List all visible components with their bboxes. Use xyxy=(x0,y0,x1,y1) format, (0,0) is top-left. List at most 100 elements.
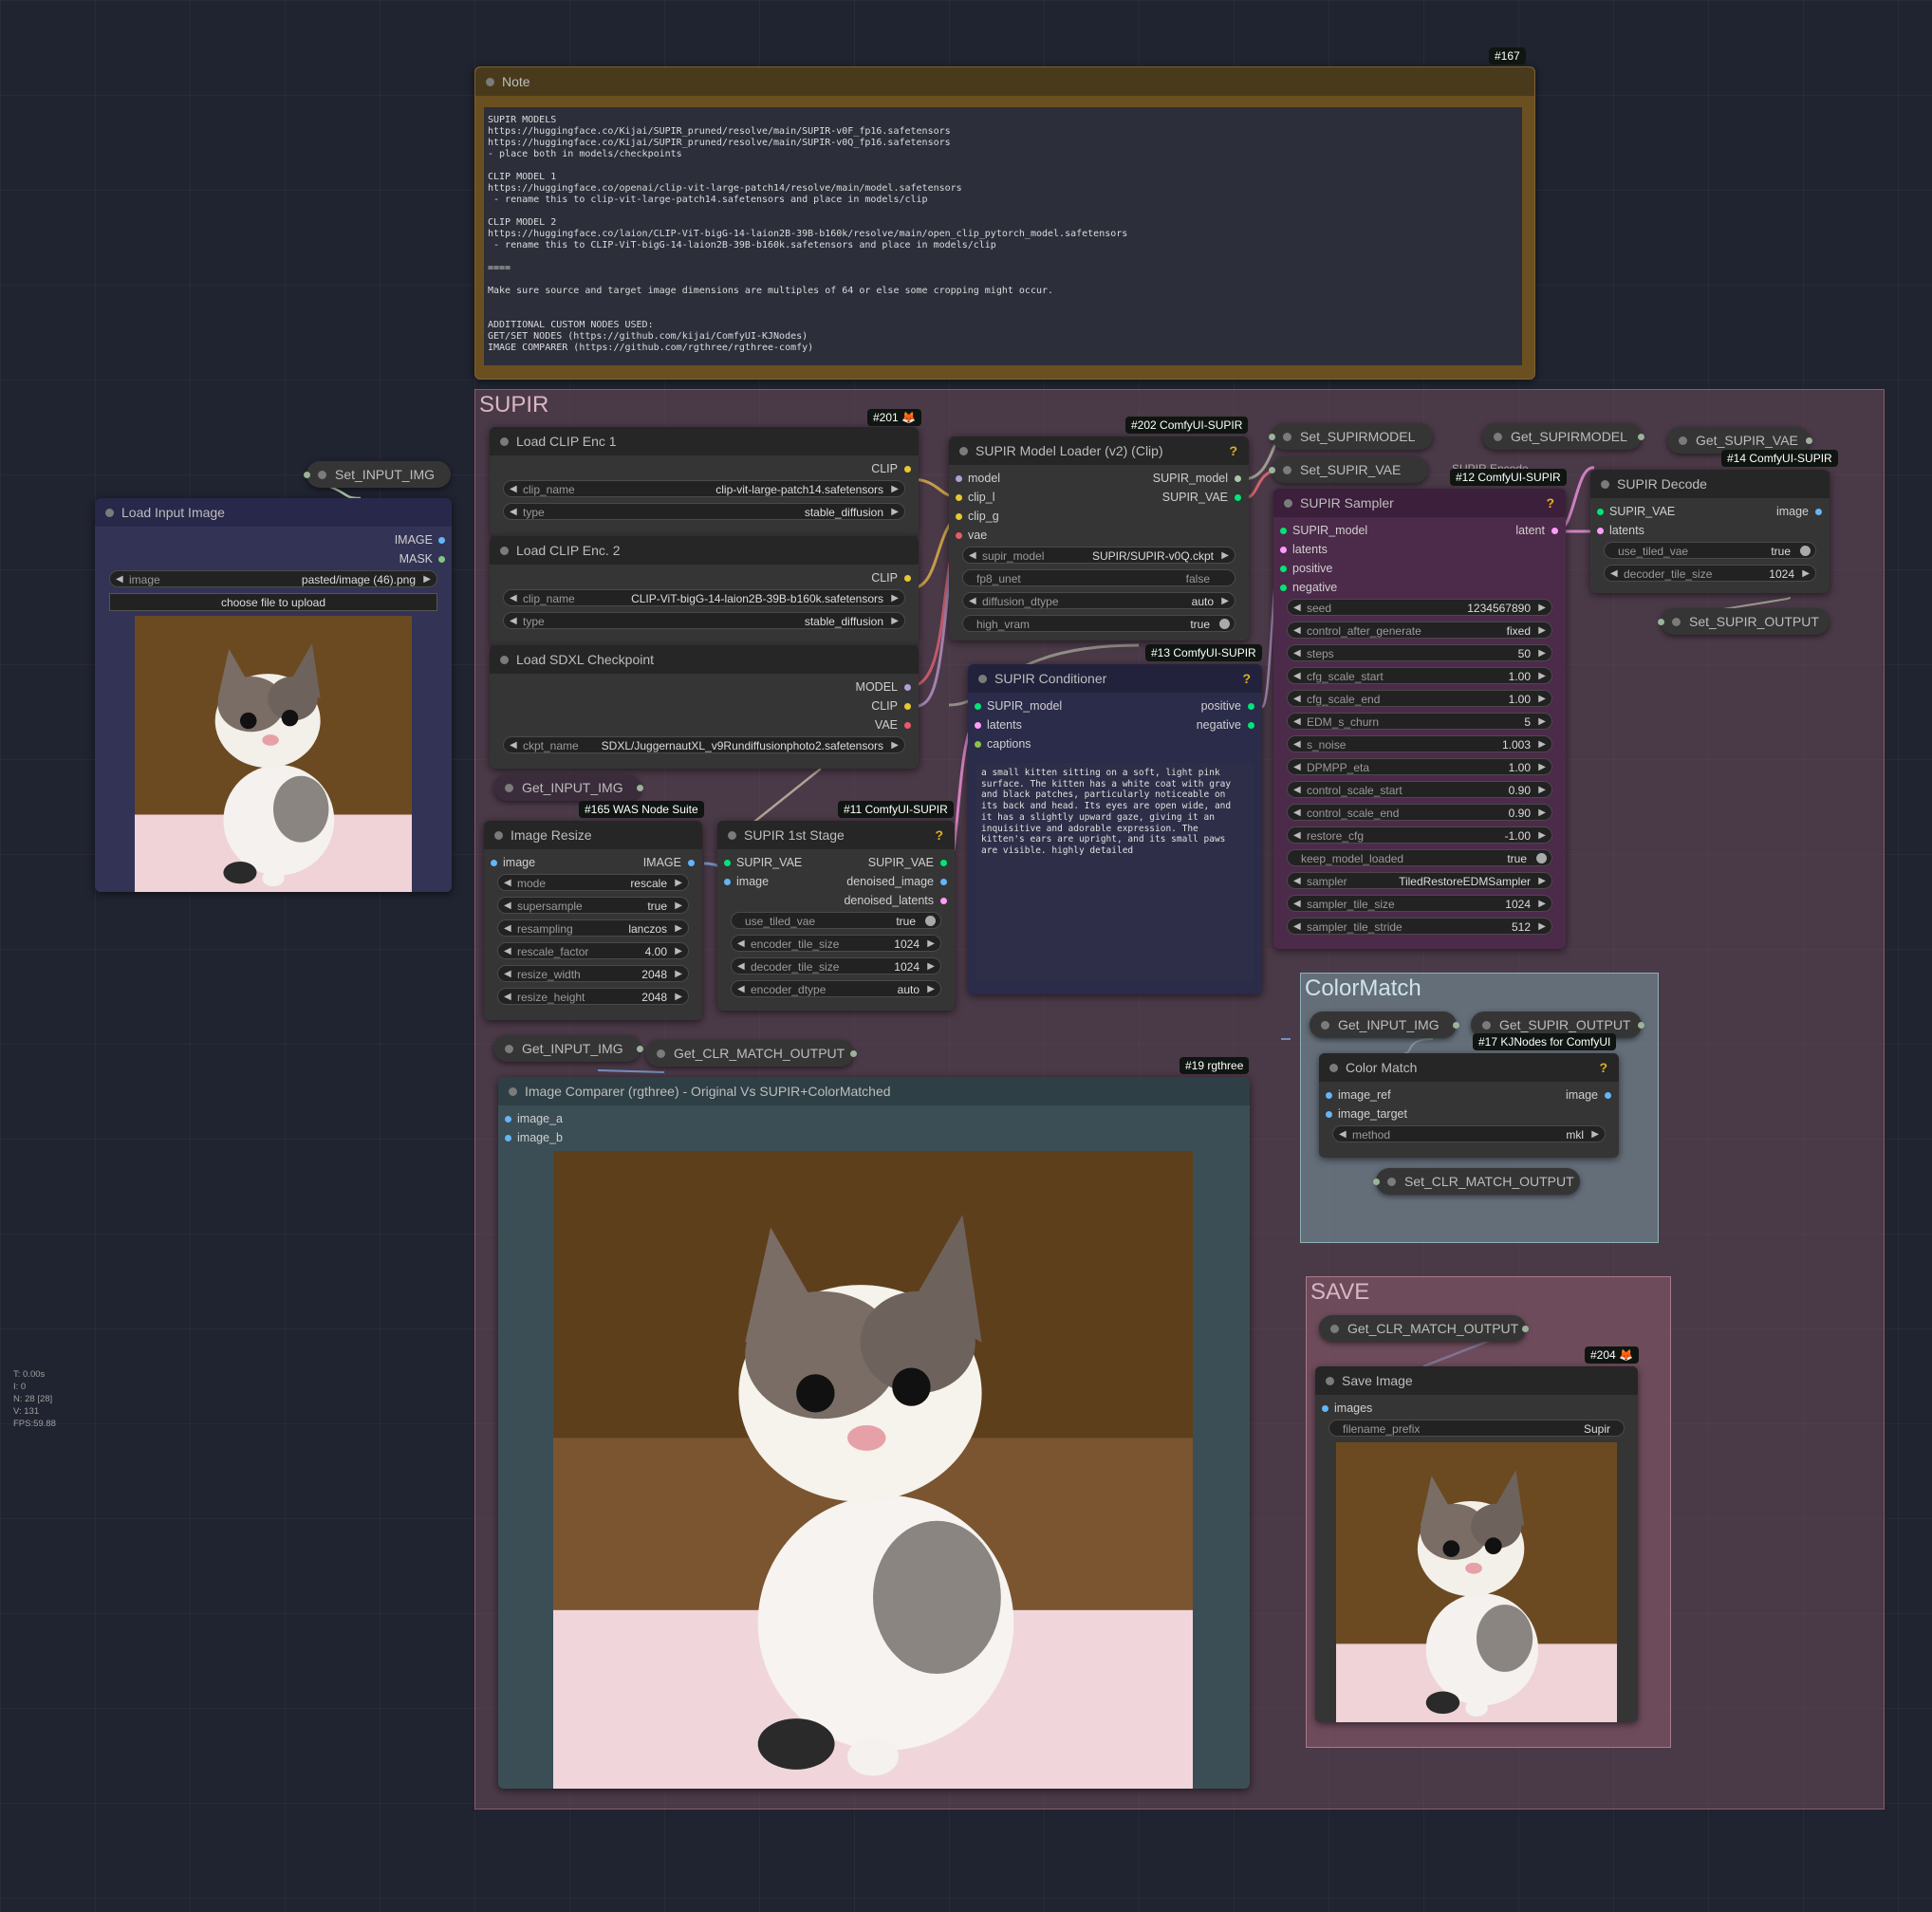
image-resize-node[interactable]: #165 WAS Node Suite Image Resize image I… xyxy=(484,801,704,1020)
arrow-right-icon[interactable]: ▶ xyxy=(1538,622,1546,640)
arrow-right-icon[interactable]: ▶ xyxy=(675,875,682,892)
input-vae-dot[interactable] xyxy=(1597,509,1604,515)
sampler-widget-control-scale-start[interactable]: ◀ control_scale_start 0.90 ▶ xyxy=(1287,781,1552,798)
arrow-right-icon[interactable]: ▶ xyxy=(891,613,899,630)
toggle-knob[interactable] xyxy=(1800,546,1811,556)
node-title[interactable]: SUPIR 1st Stage ? xyxy=(717,821,955,849)
supir-conditioner-node[interactable]: #13 ComfyUI-SUPIR SUPIR Conditioner ? SU… xyxy=(968,644,1262,994)
sampler-widget-sampler-tile-size[interactable]: ◀ sampler_tile_size 1024 ▶ xyxy=(1287,895,1552,912)
arrow-left-icon[interactable]: ◀ xyxy=(504,898,511,915)
clip-name-combo[interactable]: ◀ clip_name clip-vit-large-patch14.safet… xyxy=(503,480,905,497)
input-dot[interactable] xyxy=(1373,1179,1380,1185)
sampler-widget-steps[interactable]: ◀ steps 50 ▶ xyxy=(1287,644,1552,661)
type-combo[interactable]: ◀ type stable_diffusion ▶ xyxy=(503,503,905,520)
supir-model-loader-node[interactable]: #202 ComfyUI-SUPIR SUPIR Model Loader (v… xyxy=(949,417,1249,640)
arrow-right-icon[interactable]: ▶ xyxy=(891,481,899,498)
supir-model-combo[interactable]: ◀ supir_model SUPIR/SUPIR-v0Q.ckpt ▶ xyxy=(962,547,1235,564)
input-dot[interactable] xyxy=(304,472,310,478)
output-dot[interactable] xyxy=(1453,1022,1459,1029)
input-latents-dot[interactable] xyxy=(975,722,981,729)
set-input-img-node[interactable]: Set_INPUT_IMG xyxy=(304,461,451,488)
node-title[interactable]: Image Resize xyxy=(484,821,702,849)
load-clip-enc1-node[interactable]: #201 🦊 Load CLIP Enc 1 CLIP ◀ clip_name … xyxy=(490,409,921,536)
output-image-dot[interactable] xyxy=(688,860,695,866)
arrow-left-icon[interactable]: ◀ xyxy=(1293,622,1301,640)
arrow-right-icon[interactable]: ▶ xyxy=(423,571,431,588)
arrow-left-icon[interactable]: ◀ xyxy=(737,936,745,953)
sampler-widget-control-after-generate[interactable]: ◀ control_after_generate fixed ▶ xyxy=(1287,622,1552,639)
arrow-left-icon[interactable]: ◀ xyxy=(510,737,517,754)
arrow-right-icon[interactable]: ▶ xyxy=(1538,668,1546,685)
arrow-right-icon[interactable]: ▶ xyxy=(675,920,682,937)
input-image-dot[interactable] xyxy=(491,860,497,866)
input-ref-dot[interactable] xyxy=(1326,1092,1332,1099)
sampler-widget-control-scale-end[interactable]: ◀ control_scale_end 0.90 ▶ xyxy=(1287,804,1552,821)
input-captions-dot[interactable] xyxy=(975,741,981,748)
arrow-right-icon[interactable]: ▶ xyxy=(1538,714,1546,731)
arrow-left-icon[interactable]: ◀ xyxy=(504,943,511,960)
arrow-right-icon[interactable]: ▶ xyxy=(1538,873,1546,890)
keep-model-loaded-toggle[interactable]: keep_model_loaded true xyxy=(1287,849,1552,866)
help-icon[interactable]: ? xyxy=(1546,489,1554,517)
arrow-right-icon[interactable]: ▶ xyxy=(1538,600,1546,617)
sampler-widget-sampler[interactable]: ◀ sampler TiledRestoreEDMSampler ▶ xyxy=(1287,872,1552,889)
arrow-left-icon[interactable]: ◀ xyxy=(510,481,517,498)
ckpt-name-combo[interactable]: ◀ ckpt_name SDXL/JuggernautXL_v9Rundiffu… xyxy=(503,736,905,753)
group-title[interactable]: ColorMatch xyxy=(1305,975,1421,1002)
input-positive-dot[interactable] xyxy=(1280,566,1287,572)
help-icon[interactable]: ? xyxy=(1229,436,1237,465)
get-clr-match-output-node[interactable]: Get_CLR_MATCH_OUTPUT xyxy=(1319,1315,1529,1342)
help-icon[interactable]: ? xyxy=(935,821,943,849)
upload-button[interactable]: choose file to upload xyxy=(109,593,437,611)
output-dot[interactable] xyxy=(1806,437,1812,444)
help-icon[interactable]: ? xyxy=(1599,1053,1607,1082)
resize-widget-resampling[interactable]: ◀ resampling lanczos ▶ xyxy=(497,919,689,937)
arrow-right-icon[interactable]: ▶ xyxy=(891,737,899,754)
arrow-left-icon[interactable]: ◀ xyxy=(1293,827,1301,845)
output-model-dot[interactable] xyxy=(1235,475,1241,482)
toggle-knob[interactable] xyxy=(925,916,936,926)
first-stage-widget-decoder-tile-size[interactable]: ◀ decoder_tile_size 1024 ▶ xyxy=(731,957,941,975)
input-clip-l-dot[interactable] xyxy=(956,494,962,501)
arrow-left-icon[interactable]: ◀ xyxy=(1293,668,1301,685)
arrow-right-icon[interactable]: ▶ xyxy=(927,936,935,953)
comparer-image-preview[interactable] xyxy=(553,1151,1193,1789)
sampler-widget-restore-cfg[interactable]: ◀ restore_cfg -1.00 ▶ xyxy=(1287,826,1552,844)
color-match-node[interactable]: #17 KJNodes for ComfyUI Color Match ? im… xyxy=(1319,1033,1619,1158)
arrow-right-icon[interactable]: ▶ xyxy=(1538,736,1546,753)
toggle-knob[interactable] xyxy=(1219,619,1230,629)
arrow-right-icon[interactable]: ▶ xyxy=(927,981,935,998)
arrow-right-icon[interactable]: ▶ xyxy=(891,504,899,521)
input-dot[interactable] xyxy=(1658,619,1664,625)
node-title[interactable]: Color Match ? xyxy=(1319,1053,1619,1082)
node-title[interactable]: Load SDXL Checkpoint xyxy=(490,645,919,674)
set-supir-vae-node[interactable]: Set_SUPIR_VAE xyxy=(1269,456,1428,483)
sampler-widget-DPMPP-eta[interactable]: ◀ DPMPP_eta 1.00 ▶ xyxy=(1287,758,1552,775)
first-stage-widget-encoder-tile-size[interactable]: ◀ encoder_tile_size 1024 ▶ xyxy=(731,935,941,952)
node-title[interactable]: SUPIR Decode xyxy=(1590,470,1830,498)
input-clip-g-dot[interactable] xyxy=(956,513,962,520)
arrow-right-icon[interactable]: ▶ xyxy=(1538,691,1546,708)
arrow-left-icon[interactable]: ◀ xyxy=(1293,896,1301,913)
arrow-left-icon[interactable]: ◀ xyxy=(510,590,517,607)
arrow-left-icon[interactable]: ◀ xyxy=(1293,759,1301,776)
resize-widget-mode[interactable]: ◀ mode rescale ▶ xyxy=(497,874,689,891)
get-input-img-node[interactable]: Get_INPUT_IMG xyxy=(493,774,643,801)
output-dot[interactable] xyxy=(850,1050,857,1057)
get-input-img-node[interactable]: Get_INPUT_IMG xyxy=(1310,1012,1459,1038)
arrow-right-icon[interactable]: ▶ xyxy=(1591,1126,1599,1143)
arrow-left-icon[interactable]: ◀ xyxy=(1293,600,1301,617)
arrow-right-icon[interactable]: ▶ xyxy=(1221,548,1229,565)
arrow-right-icon[interactable]: ▶ xyxy=(1538,782,1546,799)
input-latents-dot[interactable] xyxy=(1280,547,1287,553)
output-latent-dot[interactable] xyxy=(1551,528,1558,534)
input-model-dot[interactable] xyxy=(975,703,981,710)
arrow-left-icon[interactable]: ◀ xyxy=(1293,645,1301,662)
output-clip-dot[interactable] xyxy=(904,466,911,473)
arrow-right-icon[interactable]: ▶ xyxy=(1538,896,1546,913)
arrow-left-icon[interactable]: ◀ xyxy=(504,875,511,892)
type-combo[interactable]: ◀ type stable_diffusion ▶ xyxy=(503,612,905,629)
arrow-left-icon[interactable]: ◀ xyxy=(737,981,745,998)
resize-widget-rescale-factor[interactable]: ◀ rescale_factor 4.00 ▶ xyxy=(497,942,689,959)
input-images-dot[interactable] xyxy=(1322,1405,1328,1412)
